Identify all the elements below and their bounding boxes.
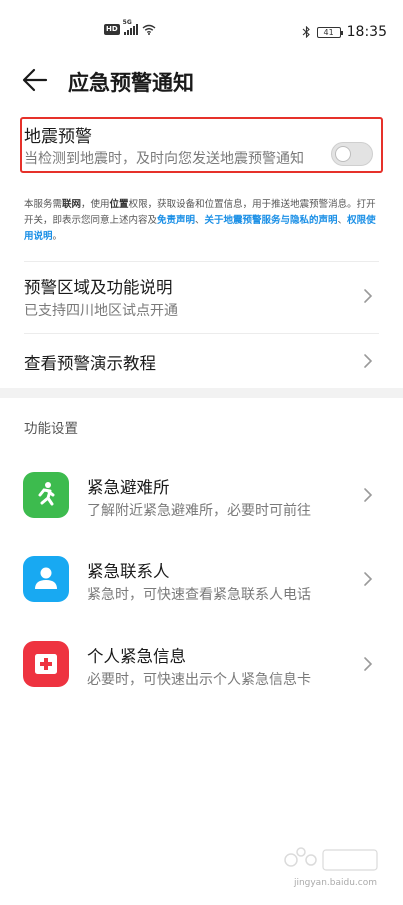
section-label-feature-settings: 功能设置 (24, 421, 78, 437)
emergency-contact-row[interactable]: 紧急联系人 紧急时，可快速查看紧急联系人电话 (0, 546, 403, 612)
demo-tutorial-title: 查看预警演示教程 (24, 354, 156, 373)
privacy-statement-link[interactable]: 关于地震预警服务与隐私的声明 (205, 215, 338, 226)
emergency-shelter-subtitle: 了解附近紧急避难所，必要时可前往 (87, 503, 311, 519)
chevron-right-icon (364, 572, 373, 586)
demo-tutorial-row[interactable]: 查看预警演示教程 (0, 334, 403, 388)
toggle-knob (335, 146, 351, 162)
status-right: 41 18:35 (302, 24, 387, 40)
chevron-right-icon (364, 289, 373, 303)
back-arrow-icon[interactable] (22, 68, 48, 92)
region-info-title: 预警区域及功能说明 (24, 278, 173, 297)
personal-emergency-info-row[interactable]: 个人紧急信息 必要时，可快速出示个人紧急信息卡 (0, 631, 403, 697)
status-time: 18:35 (346, 24, 387, 40)
region-info-subtitle: 已支持四川地区试点开通 (24, 303, 178, 319)
chevron-right-icon (364, 657, 373, 671)
personal-emergency-info-title: 个人紧急信息 (87, 647, 186, 666)
chevron-right-icon (364, 488, 373, 502)
notice-network: 联网 (62, 199, 82, 210)
wifi-icon (142, 24, 156, 35)
earthquake-warning-title: 地震预警 (24, 127, 92, 147)
app-header: 应急预警通知 (0, 58, 403, 102)
running-person-icon (23, 472, 69, 518)
battery-icon: 41 (316, 26, 343, 38)
emergency-contact-subtitle: 紧急时，可快速查看紧急联系人电话 (87, 587, 311, 603)
page-title: 应急预警通知 (68, 71, 194, 95)
personal-emergency-info-subtitle: 必要时，可快速出示个人紧急信息卡 (87, 672, 311, 688)
region-info-row[interactable]: 预警区域及功能说明 已支持四川地区试点开通 (0, 262, 403, 334)
earthquake-warning-toggle[interactable] (331, 142, 373, 166)
bluetooth-icon (302, 26, 310, 38)
emergency-shelter-title: 紧急避难所 (87, 478, 170, 497)
contact-person-icon (23, 556, 69, 602)
status-bar: HD 5G 41 18:35 (0, 0, 403, 44)
section-separator (0, 388, 403, 398)
signal-icon: 5G (123, 19, 138, 35)
emergency-contact-title: 紧急联系人 (87, 562, 170, 581)
disclaimer-link[interactable]: 免责声明 (157, 215, 195, 226)
status-left: HD 5G (104, 19, 156, 35)
hd-badge: HD (104, 24, 120, 35)
chevron-right-icon (364, 354, 373, 368)
medical-cross-icon (23, 641, 69, 687)
emergency-shelter-row[interactable]: 紧急避难所 了解附近紧急避难所，必要时可前往 (0, 462, 403, 528)
service-notice: 本服务需联网，使用位置权限，获取设备和位置信息，用于推送地震预警消息。打开开关，… (24, 199, 376, 242)
watermark-text: jingyan.baidu.com (293, 878, 377, 888)
earthquake-warning-description: 当检测到地震时，及时向您发送地震预警通知 (24, 151, 304, 167)
notice-location: 位置 (109, 199, 129, 210)
network-label: 5G (122, 19, 132, 26)
